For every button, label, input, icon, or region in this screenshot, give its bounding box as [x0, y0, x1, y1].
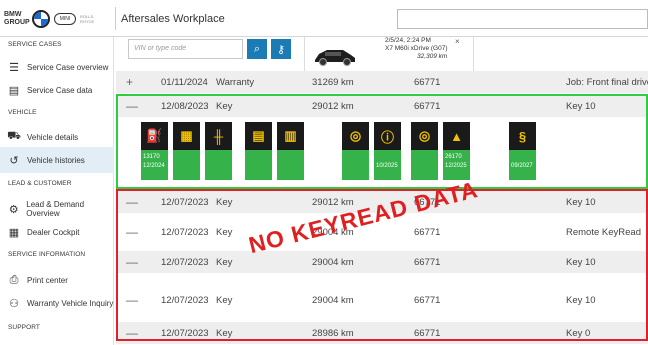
row-mileage: 31269 km [312, 76, 354, 88]
close-icon[interactable]: × [455, 37, 460, 46]
vehicle-thumbnail [315, 50, 355, 66]
sidebar-item-warranty-vehicle-inquiry[interactable]: ⚇ Warranty Vehicle Inquiry [0, 290, 114, 316]
bmw-group-logo: BMW GROUP [4, 11, 30, 26]
section-service-information: SERVICE INFORMATION [8, 251, 86, 258]
section-support: SUPPORT [8, 324, 41, 331]
car-icon: ⛟ [7, 130, 21, 142]
expand-toggle[interactable]: + [126, 75, 133, 89]
green-highlight-box [116, 94, 648, 189]
brand-logos: BMW GROUP MINI ROLLS-ROYCE [4, 6, 112, 32]
sidebar-item-label: Service Case overview [27, 62, 109, 72]
sidebar: SERVICE CASES ☰ Service Case overview ▤ … [0, 37, 114, 345]
filter-bar: VIN or type code ⌕ ⚷ 2/5/24, 2:24 PM X7 … [116, 37, 648, 73]
sidebar-item-label: Print center [27, 275, 68, 285]
section-lead-customer: LEAD & CUSTOMER [8, 180, 72, 187]
search-icon: ⌕ [253, 42, 261, 55]
sidebar-item-label: Vehicle details [27, 132, 79, 142]
header-divider [115, 7, 116, 30]
table-row[interactable]: + 01/11/2024 Warranty 31269 km 66771 Job… [116, 71, 648, 93]
list-icon: ☰ [9, 61, 19, 74]
bmw-roundel-icon [32, 10, 50, 28]
sidebar-item-label: Warranty Vehicle Inquiry [27, 298, 114, 308]
history-icon: ↺ [9, 154, 19, 167]
printer-icon: ⎙ [9, 273, 19, 286]
vehicle-model: X7 M60i xDrive (G07) [385, 45, 448, 52]
warranty-icon: ⚇ [9, 297, 19, 310]
app-title: Aftersales Workplace [121, 13, 225, 25]
section-service-cases: SERVICE CASES [8, 41, 62, 48]
vehicle-tab-info: 2/5/24, 2:24 PM X7 M60i xDrive (G07) 32,… [385, 37, 448, 61]
vehicle-datetime: 2/5/24, 2:24 PM [385, 37, 431, 44]
lead-icon: ⚙ [8, 203, 19, 216]
key-button[interactable]: ⚷ [271, 39, 291, 59]
key-icon: ⚷ [276, 43, 286, 56]
sidebar-item-dealer-cockpit[interactable]: ▦ Dealer Cockpit [0, 219, 114, 245]
sidebar-item-label: Dealer Cockpit [27, 227, 80, 237]
clipboard-icon: ▤ [8, 84, 20, 97]
vehicle-mileage: 32,309 km [417, 53, 448, 60]
sidebar-item-label: Vehicle histories [27, 155, 85, 165]
vehicle-tab[interactable]: 2/5/24, 2:24 PM X7 M60i xDrive (G07) 32,… [304, 37, 474, 73]
row-code: 66771 [414, 76, 441, 88]
sidebar-item-vehicle-histories[interactable]: ↺ Vehicle histories [0, 147, 114, 173]
global-search-input[interactable] [397, 9, 648, 29]
cockpit-icon: ▦ [8, 226, 20, 239]
mini-logo: MINI [54, 13, 76, 25]
row-info: Job: Front final drive [566, 76, 648, 88]
row-type: Warranty [216, 76, 255, 88]
section-vehicle: VEHICLE [8, 109, 37, 116]
row-date: 01/11/2024 [161, 76, 208, 88]
vin-input[interactable]: VIN or type code [128, 39, 243, 59]
rolls-royce-logo: ROLLS-ROYCE [80, 14, 95, 24]
search-button[interactable]: ⌕ [247, 39, 267, 59]
sidebar-item-label: Lead & Demand Overview [26, 200, 85, 218]
sidebar-item-label: Service Case data [27, 85, 93, 95]
sidebar-item-service-case-data[interactable]: ▤ Service Case data [0, 77, 114, 103]
top-bar: BMW GROUP MINI ROLLS-ROYCE Aftersales Wo… [0, 0, 648, 37]
